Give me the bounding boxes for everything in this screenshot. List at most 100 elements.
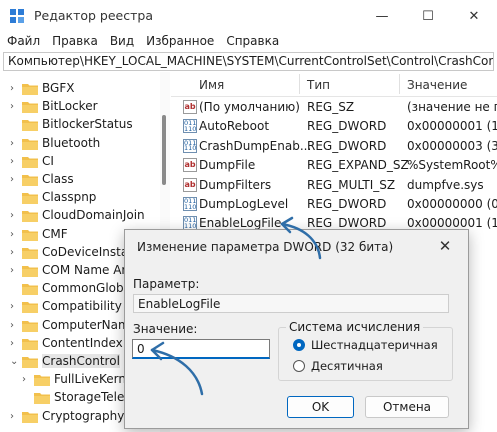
column-name-header[interactable]: Имя (199, 78, 224, 92)
tree-item[interactable]: Classpnp (0, 189, 160, 207)
radio-hexadecimal-label[interactable]: Шестнадцатеричная (311, 338, 438, 352)
value-data: 0x00000001 (1) (407, 119, 497, 134)
parameter-label: Параметр: (133, 277, 200, 291)
radix-group-title: Система исчисления (286, 320, 424, 334)
tree-item[interactable]: › BitLocker (0, 98, 160, 116)
folder-icon (22, 338, 38, 350)
expand-chevron-icon[interactable] (10, 192, 20, 204)
tree-item[interactable]: › Bluetooth (0, 135, 160, 153)
string-value-icon: ab (183, 100, 197, 114)
menu-help[interactable]: Справка (221, 32, 284, 48)
value-data: (значение не пр (407, 100, 497, 114)
expand-chevron-icon[interactable]: › (10, 138, 20, 150)
value-type: REG_MULTI_SZ (307, 177, 396, 192)
value-data: %SystemRoot%\ (407, 158, 497, 173)
column-type-header[interactable]: Тип (307, 78, 330, 92)
value-data: 0x00000003 (3) (407, 138, 497, 153)
expand-chevron-icon[interactable]: › (10, 265, 20, 277)
menu-edit[interactable]: Правка (47, 32, 103, 48)
tree-item-label: Classpnp (42, 190, 97, 205)
maximize-button[interactable]: ☐ (405, 0, 451, 32)
expand-chevron-icon[interactable]: › (10, 156, 20, 168)
value-label: Значение: (133, 322, 198, 336)
tree-item-label: COM Name Arb (42, 263, 134, 277)
menu-bar: Файл Правка Вид Избранное Справка (0, 32, 497, 52)
expand-chevron-icon[interactable]: › (10, 83, 20, 95)
folder-icon (22, 193, 38, 205)
expand-chevron-icon[interactable]: › (10, 101, 20, 113)
folder-icon (22, 284, 38, 296)
collapse-chevron-icon[interactable]: ⌄ (10, 356, 20, 368)
registry-editor-icon (10, 9, 24, 23)
tree-item[interactable]: BitlockerStatus (0, 116, 160, 134)
menu-file[interactable]: Файл (2, 32, 45, 48)
expand-chevron-icon[interactable] (10, 283, 20, 295)
expand-chevron-icon[interactable]: › (10, 301, 20, 313)
folder-icon (22, 357, 38, 368)
tree-scrollbar-thumb[interactable] (162, 115, 166, 185)
radio-decimal-label[interactable]: Десятичная (311, 359, 383, 373)
folder-icon (22, 102, 38, 114)
window-title: Редактор реестра (34, 8, 153, 23)
expand-chevron-icon[interactable]: › (10, 320, 20, 332)
value-data-input[interactable]: 0 (132, 339, 270, 359)
radio-hexadecimal[interactable] (293, 339, 305, 351)
value-type: REG_SZ (307, 100, 355, 114)
tree-item-label: FullLiveKern (54, 372, 127, 387)
value-name: AutoReboot (199, 119, 270, 134)
address-bar[interactable]: Компьютер\HKEY_LOCAL_MACHINE\SYSTEM\Curr… (3, 52, 494, 71)
tree-item-label: CrashControl (42, 354, 120, 368)
value-data: dumpfve.sys (407, 177, 484, 192)
value-row[interactable]: 011 110 DumpLogLevel REG_DWORD 0x00000000 (0… (171, 195, 497, 214)
expand-chevron-icon[interactable]: › (10, 338, 20, 350)
value-data: 0x00000000 (0) (407, 197, 497, 211)
tree-item-label: BitlockerStatus (42, 117, 133, 132)
string-value-icon: ab (183, 158, 197, 173)
expand-chevron-icon[interactable]: › (10, 247, 20, 259)
value-name: CrashDumpEnab... (199, 138, 312, 153)
tree-item[interactable]: › Class (0, 171, 160, 189)
binary-value-icon: 011110 (183, 119, 197, 134)
tree-item[interactable]: › BGFX (0, 80, 160, 98)
tree-item[interactable]: › CI (0, 153, 160, 171)
tree-item[interactable]: › CloudDomainJoin (0, 207, 160, 225)
radio-decimal[interactable] (293, 360, 305, 372)
value-type: REG_DWORD (307, 138, 387, 153)
folder-icon (22, 229, 38, 241)
edit-dword-dialog: Изменение параметра DWORD (32 бита) ✕ Па… (124, 229, 469, 429)
folder-icon (22, 84, 38, 95)
close-button[interactable]: ✕ (451, 0, 497, 32)
column-value-header[interactable]: Значение (407, 78, 467, 92)
title-bar: Редактор реестра — ☐ ✕ (0, 0, 497, 32)
expand-chevron-icon[interactable]: › (10, 210, 20, 222)
expand-chevron-icon[interactable] (22, 392, 32, 404)
menu-favorites[interactable]: Избранное (141, 32, 219, 48)
folder-icon (22, 138, 38, 150)
value-row[interactable]: ab(По умолчанию) REG_SZ (значение не пр (171, 98, 497, 117)
expand-chevron-icon[interactable]: › (10, 174, 20, 186)
expand-chevron-icon[interactable]: › (22, 374, 32, 386)
value-type: REG_EXPAND_SZ (307, 158, 409, 173)
value-row[interactable]: ab DumpFilters REG_MULTI_SZ dumpfve.sys (171, 176, 497, 195)
tree-item-label: Cryptography (42, 408, 125, 423)
tree-item-label: CoDeviceInstall (42, 244, 135, 259)
ok-button[interactable]: OK (287, 396, 354, 418)
expand-chevron-icon[interactable]: › (10, 411, 20, 423)
value-row[interactable]: ab DumpFile REG_EXPAND_SZ %SystemRoot%\ (171, 156, 497, 175)
list-header: Имя Тип Значение (171, 72, 497, 97)
value-row[interactable]: 011 110 AutoReboot REG_DWORD 0x00000001 (1) (171, 117, 497, 136)
value-name: (По умолчанию) (199, 100, 300, 114)
tree-item-label: Class (42, 172, 74, 186)
dialog-close-button[interactable]: ✕ (430, 235, 460, 257)
expand-chevron-icon[interactable]: › (10, 229, 20, 241)
string-value-icon: ab (183, 177, 197, 192)
menu-view[interactable]: Вид (105, 32, 139, 48)
expand-chevron-icon[interactable] (10, 119, 20, 131)
minimize-button[interactable]: — (359, 0, 405, 32)
folder-icon (22, 120, 38, 132)
cancel-button[interactable]: Отмена (365, 396, 449, 418)
tree-item-label: CI (42, 153, 54, 168)
folder-icon (22, 156, 38, 168)
binary-value-icon: 011110 (183, 197, 197, 211)
value-row[interactable]: 011 110 CrashDumpEnab... REG_DWORD 0x0000000… (171, 137, 497, 156)
